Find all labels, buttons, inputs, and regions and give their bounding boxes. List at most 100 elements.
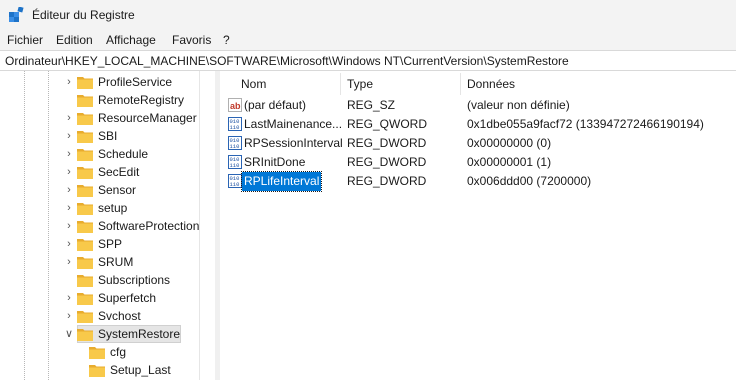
tree-key-label: Setup_Last (110, 363, 171, 377)
svg-text:110: 110 (230, 181, 240, 188)
value-type: REG_DWORD (347, 136, 427, 150)
folder-icon (77, 111, 93, 125)
column-header-data[interactable]: Données (467, 71, 515, 98)
address-bar[interactable]: Ordinateur\HKEY_LOCAL_MACHINE\SOFTWARE\M… (0, 50, 736, 71)
chevron-down-icon[interactable]: ∨ (64, 327, 74, 341)
tree-key-label: Sensor (98, 183, 137, 197)
folder-icon (77, 219, 93, 233)
tree-key-label: Schedule (98, 147, 149, 161)
chevron-right-icon[interactable]: › (64, 147, 74, 161)
value-type: REG_DWORD (347, 155, 427, 169)
chevron-right-icon[interactable]: › (64, 309, 74, 323)
address-path[interactable]: Ordinateur\HKEY_LOCAL_MACHINE\SOFTWARE\M… (5, 54, 569, 68)
chevron-right-icon[interactable]: › (64, 237, 74, 251)
menu-favoris[interactable]: Favoris (172, 33, 211, 47)
folder-icon (77, 291, 93, 305)
folder-icon (77, 93, 93, 107)
tree-key[interactable]: ∨ SystemRestore (0, 325, 198, 343)
binary-value-icon: 010 110 (228, 117, 242, 131)
value-row[interactable]: ab (par défaut) REG_SZ (valeur non définie) (220, 96, 736, 115)
folder-icon (77, 129, 93, 143)
value-type: REG_QWORD (347, 117, 428, 131)
folder-icon (89, 345, 105, 359)
value-name: SRInitDone (244, 155, 306, 169)
folder-icon (77, 255, 93, 269)
string-value-icon: ab (228, 98, 242, 112)
tree-key[interactable]: › SoftwareProtection (0, 217, 200, 235)
value-row[interactable]: 010 110 LastMainenance... REG_QWORD 0x1dbe05… (220, 115, 736, 134)
chevron-right-icon[interactable]: › (64, 219, 74, 233)
folder-icon (89, 363, 105, 377)
folder-icon (77, 75, 93, 89)
column-header-type[interactable]: Type (347, 71, 373, 98)
menu-edition[interactable]: Edition (56, 33, 93, 47)
column-separator[interactable] (340, 73, 341, 95)
menu-affichage[interactable]: Affichage (106, 33, 156, 47)
tree-key-label: ProfileService (98, 75, 173, 89)
tree-key[interactable]: › setup (0, 199, 198, 217)
tree-key[interactable]: › SRUM (0, 253, 198, 271)
value-name: RPLifeInterval (241, 171, 322, 192)
value-type: REG_SZ (347, 98, 396, 112)
chevron-right-icon[interactable]: › (64, 255, 74, 269)
tree-key-label: Subscriptions (98, 273, 171, 287)
binary-value-icon: 010 110 (228, 136, 242, 150)
value-data: 0x006ddd00 (7200000) (467, 174, 592, 188)
tree-key-label: SoftwareProtection (98, 219, 200, 233)
folder-icon (77, 201, 93, 215)
tree-subkey[interactable]: Setup_Last (0, 361, 198, 379)
value-row[interactable]: 010 110 RPLifeInterval REG_DWORD 0x006ddd00 … (220, 171, 736, 192)
menu-bar: Fichier Edition Affichage Favoris ? (0, 30, 736, 50)
value-data: 0x00000000 (0) (467, 136, 552, 150)
value-data: (valeur non définie) (467, 98, 570, 112)
tree-key-label: SPP (98, 237, 123, 251)
tree-key[interactable]: › Superfetch (0, 289, 198, 307)
svg-text:ab: ab (230, 101, 241, 111)
column-header-name[interactable]: Nom (241, 71, 266, 98)
tree-key[interactable]: › Sensor (0, 181, 198, 199)
folder-icon (77, 327, 93, 341)
tree-key[interactable]: › SPP (0, 235, 198, 253)
folder-icon (77, 309, 93, 323)
tree-key-label: SBI (98, 129, 118, 143)
tree-key[interactable]: › SBI (0, 127, 198, 145)
column-separator[interactable] (460, 73, 461, 95)
value-row[interactable]: 010 110 RPSessionInterval REG_DWORD 0x000000… (220, 134, 736, 153)
tree-key[interactable]: › Svchost (0, 307, 198, 325)
chevron-right-icon[interactable]: › (64, 291, 74, 305)
values-list[interactable]: Nom Type Données ab (par défaut) REG_SZ (va… (220, 71, 736, 380)
folder-icon (77, 165, 93, 179)
binary-value-icon: 010 110 (228, 174, 242, 188)
folder-icon (77, 183, 93, 197)
tree-key-label: Superfetch (98, 291, 157, 305)
key-tree[interactable]: › ProfileService RemoteRegistry › ResourceMa… (0, 71, 215, 380)
tree-key-label: setup (98, 201, 128, 215)
tree-key-label: RemoteRegistry (98, 93, 185, 107)
value-type: REG_DWORD (347, 174, 427, 188)
value-data: 0x1dbe055a9facf72 (133947272466190194) (467, 117, 704, 131)
menu-help[interactable]: ? (223, 33, 230, 47)
value-name: RPSessionInterval (244, 136, 343, 150)
tree-key[interactable]: › ResourceManager (0, 109, 198, 127)
chevron-right-icon[interactable]: › (64, 75, 74, 89)
folder-icon (77, 147, 93, 161)
value-name: (par défaut) (244, 98, 307, 112)
tree-key[interactable]: › Schedule (0, 145, 198, 163)
tree-key[interactable]: › ProfileService (0, 73, 198, 91)
tree-key[interactable]: Subscriptions (0, 271, 198, 289)
tree-key[interactable]: › SecEdit (0, 163, 198, 181)
chevron-right-icon[interactable]: › (64, 111, 74, 125)
chevron-right-icon[interactable]: › (64, 183, 74, 197)
tree-key-label: ResourceManager (98, 111, 197, 125)
value-row[interactable]: 010 110 SRInitDone REG_DWORD 0x00000001 (1) (220, 153, 736, 172)
tree-key[interactable]: RemoteRegistry (0, 91, 198, 109)
chevron-right-icon[interactable]: › (64, 201, 74, 215)
window-title: Éditeur du Registre (32, 8, 135, 22)
folder-icon (77, 273, 93, 287)
binary-value-icon: 010 110 (228, 155, 242, 169)
chevron-right-icon[interactable]: › (64, 129, 74, 143)
tree-subkey[interactable]: cfg (0, 343, 198, 361)
chevron-right-icon[interactable]: › (64, 165, 74, 179)
menu-fichier[interactable]: Fichier (7, 33, 43, 47)
folder-icon (77, 237, 93, 251)
